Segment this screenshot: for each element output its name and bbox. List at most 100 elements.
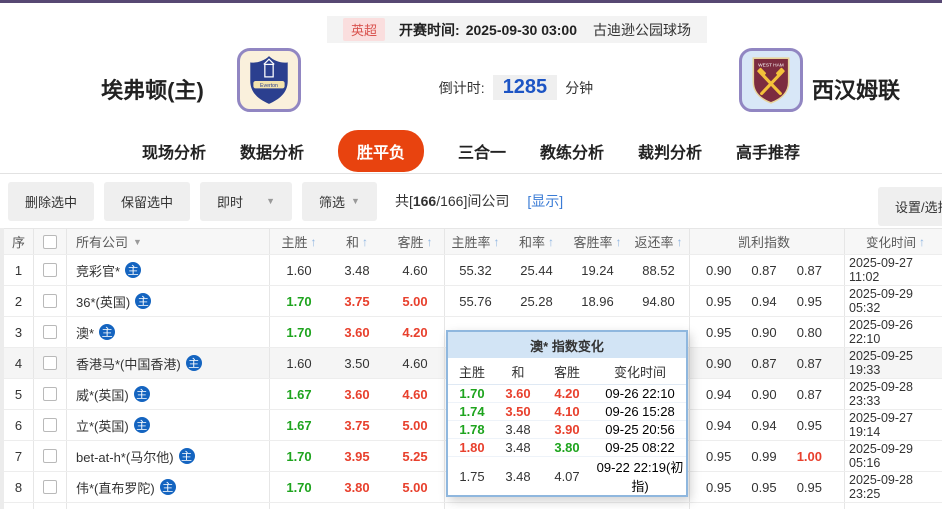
row-checkbox[interactable] <box>43 480 57 494</box>
header-draw-rate[interactable]: 和率 ↑ <box>506 229 567 254</box>
row-checkbox-cell <box>34 379 67 409</box>
filter-dropdown[interactable]: 筛选 ▼ <box>302 181 377 221</box>
rate-draw: 25.44 <box>520 262 553 278</box>
odds-draw: 3.50 <box>344 355 370 371</box>
company-name: 伟*(直布罗陀) <box>76 480 155 496</box>
row-checkbox[interactable] <box>43 356 57 370</box>
filter-label: 筛选 <box>319 194 346 210</box>
row-checkbox-cell <box>34 286 67 316</box>
show-link[interactable]: [显示] <box>527 191 563 211</box>
company-cell[interactable]: 伟*(直布罗陀) 主 <box>67 472 270 502</box>
header-change-time[interactable]: 变化时间 ↑ <box>845 229 942 254</box>
kelly-cell: 0.95 0.94 0.95 <box>690 286 845 316</box>
odds-home: 1.70 <box>286 448 312 464</box>
change-time: 2025-09-27 11:02 <box>849 256 913 284</box>
popup-change-time: 09-26 22:10 <box>605 386 675 401</box>
keep-selected-button[interactable]: 保留选中 <box>104 181 191 221</box>
popup-header-away: 客胜 <box>553 364 580 380</box>
company-cell[interactable]: 竞彩官* 主 <box>67 255 270 285</box>
row-checkbox[interactable] <box>43 263 57 277</box>
header-away-odds[interactable]: 客胜 ↑ <box>386 229 445 254</box>
select-all-checkbox[interactable] <box>43 234 57 249</box>
row-checkbox[interactable] <box>43 449 57 463</box>
company-name: 36*(英国) <box>76 294 131 310</box>
header-company-label: 所有公司 <box>76 235 129 250</box>
row-checkbox[interactable] <box>43 418 57 432</box>
rate-draw: 25.28 <box>520 293 553 309</box>
header-home-odds[interactable]: 主胜 ↑ <box>270 229 328 254</box>
odds-draw: 3.95 <box>344 448 370 464</box>
tab-coach-analysis[interactable]: 教练分析 <box>540 139 604 163</box>
odds-home: 1.60 <box>286 262 312 278</box>
sort-up-icon: ↑ <box>919 234 925 249</box>
header-draw-odds[interactable]: 和 ↑ <box>328 229 386 254</box>
company-name: 威*(英国) <box>76 387 129 403</box>
row-seq: 3 <box>4 317 34 347</box>
kelly-cell: 0.95 0.95 0.95 <box>690 472 845 502</box>
odds-away: 4.60 <box>386 255 445 285</box>
change-time: 2025-09-28 23:33 <box>849 380 913 408</box>
odds-draw: 3.80 <box>344 479 370 495</box>
change-time: 2025-09-25 19:33 <box>849 349 913 377</box>
change-time: 2025-09-26 22:10 <box>849 318 913 346</box>
sort-up-icon: ↑ <box>676 234 683 249</box>
table-row-partial <box>4 503 942 509</box>
row-checkbox-cell <box>34 348 67 378</box>
tab-data-analysis[interactable]: 数据分析 <box>240 139 304 163</box>
home-mark-icon: 主 <box>135 293 152 309</box>
countdown: 倒计时: 1285 分钟 <box>45 75 942 100</box>
popup-title: 澳* 指数变化 <box>448 332 686 358</box>
odds-draw: 3.60 <box>344 386 370 402</box>
row-checkbox-cell <box>34 255 67 285</box>
company-count: 共[166/166]间公司 <box>394 193 510 209</box>
tab-live-analysis[interactable]: 现场分析 <box>142 139 206 163</box>
delete-selected-button[interactable]: 删除选中 <box>8 181 95 221</box>
kelly-cell: 0.90 0.87 0.87 <box>690 255 845 285</box>
popup-change-time: 09-25 20:56 <box>605 422 675 437</box>
tab-three-in-one[interactable]: 三合一 <box>458 139 506 163</box>
company-cell[interactable]: 香港马*(中国香港) 主 <box>67 348 270 378</box>
company-cell[interactable]: 36*(英国) 主 <box>67 286 270 316</box>
header-company[interactable]: 所有公司 ▼ <box>67 229 270 254</box>
tab-expert-picks[interactable]: 高手推荐 <box>736 139 800 163</box>
nav-tabs: 现场分析 数据分析 胜平负 三合一 教练分析 裁判分析 高手推荐 <box>0 128 942 174</box>
row-checkbox-cell <box>34 410 67 440</box>
table-header-row: 序 所有公司 ▼ 主胜 ↑ 和 ↑ 客胜 ↑ 主胜率 ↑ 和率 ↑ 客胜率 ↑ 返还率 ↑ 凯利… <box>4 228 942 255</box>
popup-change-time: 09-22 22:19(初指) <box>596 460 684 494</box>
header-home-rate[interactable]: 主胜率 ↑ <box>445 229 506 254</box>
countdown-unit: 分钟 <box>565 79 594 96</box>
home-mark-icon: 主 <box>159 479 176 495</box>
odds-away: 5.00 <box>386 472 445 502</box>
company-cell[interactable]: 立*(英国) 主 <box>67 410 270 440</box>
tab-referee-analysis[interactable]: 裁判分析 <box>638 139 702 163</box>
popup-header-row: 主胜 和 客胜 变化时间 <box>448 358 686 385</box>
company-cell[interactable]: bet-at-h*(马尔他) 主 <box>67 441 270 471</box>
settings-select-button[interactable]: 设置/选择 <box>878 187 942 226</box>
odds-change-popup: 澳* 指数变化 主胜 和 客胜 变化时间 1.70 3.60 4.20 09-2… <box>446 330 688 497</box>
row-checkbox-cell <box>34 441 67 471</box>
row-checkbox[interactable] <box>43 325 57 339</box>
team-header: 埃弗顿(主) Everton 倒计时: 1285 分钟 WEST HAM 西汉姆… <box>0 43 942 128</box>
home-mark-icon: 主 <box>125 262 142 278</box>
tab-win-draw-lose[interactable]: 胜平负 <box>337 129 424 172</box>
row-seq: 6 <box>4 410 34 440</box>
sort-up-icon: ↑ <box>426 234 433 249</box>
countdown-label: 倒计时: <box>438 79 485 96</box>
company-cell[interactable]: 威*(英国) 主 <box>67 379 270 409</box>
instant-odds-dropdown[interactable]: 即时 ▼ <box>200 181 293 221</box>
sort-up-icon: ↑ <box>362 234 368 249</box>
odds-home: 1.70 <box>286 324 312 340</box>
company-name: 澳* <box>76 325 95 341</box>
toolbar: 删除选中 保留选中 即时 ▼ 筛选 ▼ 共[166/166]间公司 [显示] 设… <box>0 174 942 228</box>
header-away-rate[interactable]: 客胜率 ↑ <box>567 229 628 254</box>
kelly-cell: 0.94 0.90 0.87 <box>690 379 845 409</box>
row-checkbox[interactable] <box>43 387 57 401</box>
odds-home: 1.70 <box>286 479 312 495</box>
chevron-down-icon: ▼ <box>133 236 142 247</box>
row-checkbox[interactable] <box>43 294 57 308</box>
company-cell[interactable]: 澳* 主 <box>67 317 270 347</box>
sort-up-icon: ↑ <box>493 234 500 249</box>
header-return-rate[interactable]: 返还率 ↑ <box>628 229 690 254</box>
row-seq: 1 <box>4 255 34 285</box>
sort-up-icon: ↑ <box>615 234 622 249</box>
